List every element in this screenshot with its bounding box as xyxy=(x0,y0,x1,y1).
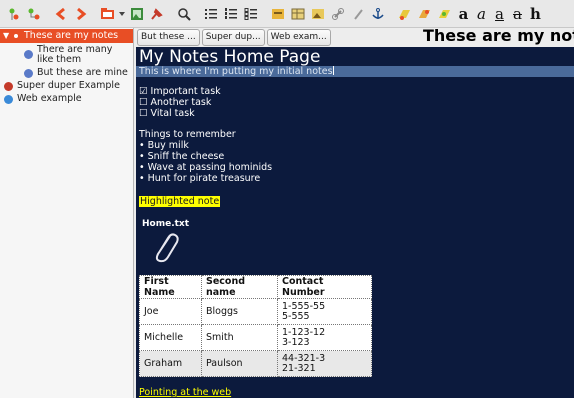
back-icon[interactable] xyxy=(51,4,70,24)
list-item: • Sniff the cheese xyxy=(139,151,225,162)
list-item: • Hunt for pirate treasure xyxy=(139,173,261,184)
tab-but-these[interactable]: But these ... xyxy=(137,29,200,46)
node-name-header: These are my not xyxy=(423,26,574,45)
table-header: First Name xyxy=(139,275,202,299)
table-row: Michelle Smith 1-123-12 3-123 xyxy=(139,324,372,351)
table-cell[interactable]: Paulson xyxy=(201,350,278,377)
search-icon[interactable] xyxy=(174,4,193,24)
note-subheading: This is where I'm putting my initial not… xyxy=(136,66,574,77)
attach-icon[interactable] xyxy=(348,4,367,24)
attachment-name: Home.txt xyxy=(142,219,190,229)
contact-table: First Name Second name Contact Number Jo… xyxy=(139,275,372,377)
table-cell[interactable]: Bloggs xyxy=(201,298,278,325)
bullet-list-icon[interactable] xyxy=(201,4,220,24)
note-heading: My Notes Home Page xyxy=(139,47,321,67)
toolbar-separator xyxy=(388,4,394,24)
chevron-down-icon[interactable] xyxy=(118,4,126,24)
list-item: • Wave at passing hominids xyxy=(139,162,273,173)
table-cell[interactable]: 44-321-3 21-321 xyxy=(277,350,372,377)
expand-arrow-icon[interactable]: ▼ xyxy=(3,31,11,41)
tree-node-super-duper-example[interactable]: Super duper Example xyxy=(0,81,133,91)
bold-button[interactable]: a xyxy=(455,4,472,24)
heading-button[interactable]: h xyxy=(527,4,544,24)
table-header: Second name xyxy=(201,275,278,299)
color-icon[interactable] xyxy=(415,4,434,24)
folder-icon[interactable] xyxy=(98,4,117,24)
toolbar-separator xyxy=(261,4,267,24)
tree-node-label: There are many like them xyxy=(37,44,113,65)
table-cell[interactable]: Joe xyxy=(139,298,202,325)
pin-icon[interactable] xyxy=(147,4,166,24)
node-add-icon[interactable] xyxy=(4,4,23,24)
tab-super-duper[interactable]: Super dup... xyxy=(201,29,265,46)
tab-web-example[interactable]: Web exam... xyxy=(266,29,331,46)
todo-list-icon[interactable] xyxy=(241,4,260,24)
toolbar-separator xyxy=(167,4,173,24)
italic-button[interactable]: a xyxy=(473,4,490,24)
note-editor[interactable]: My Notes Home Page This is where I'm put… xyxy=(136,47,574,398)
list-item: • Buy milk xyxy=(139,140,189,151)
table-cell[interactable]: 1-123-12 3-123 xyxy=(277,324,372,351)
underline-button[interactable]: a xyxy=(491,4,508,24)
table-cell[interactable]: Smith xyxy=(201,324,278,351)
table-header: Contact Number xyxy=(277,275,372,299)
tree-node-label: These are my notes xyxy=(24,30,119,41)
table-row: Graham Paulson 44-321-3 21-321 xyxy=(139,350,372,377)
web-link[interactable]: Pointing at the web xyxy=(139,388,231,398)
table-icon[interactable] xyxy=(288,4,307,24)
bg-color-icon[interactable] xyxy=(435,4,454,24)
tree-node-these-are-my-notes[interactable]: ▼ These are my notes xyxy=(0,29,133,43)
tree-node-label: But these are mine xyxy=(37,67,128,78)
node-bullet-icon xyxy=(12,32,20,40)
link-icon[interactable] xyxy=(328,4,347,24)
image-icon[interactable] xyxy=(127,4,146,24)
node-bullet-icon xyxy=(24,69,33,78)
highlighted-note: Highlighted note xyxy=(139,196,221,207)
todo-item[interactable]: ☐ Vital task xyxy=(139,109,195,119)
tree-node-many-like-them[interactable]: There are many like them xyxy=(0,45,133,65)
remember-title: Things to remember xyxy=(139,129,236,140)
forward-icon[interactable] xyxy=(71,4,90,24)
table-cell[interactable]: Graham xyxy=(139,350,202,377)
node-bullet-icon xyxy=(4,95,13,104)
todo-item[interactable]: ☑ Important task xyxy=(139,87,221,97)
paperclip-icon[interactable] xyxy=(150,230,180,264)
node-tree: ▼ These are my notes There are many like… xyxy=(0,28,134,398)
codebox-icon[interactable] xyxy=(268,4,287,24)
todo-item[interactable]: ☐ Another task xyxy=(139,98,211,108)
image-insert-icon[interactable] xyxy=(308,4,327,24)
toolbar-separator xyxy=(91,4,97,24)
toolbar: a a a a h xyxy=(0,0,574,28)
tree-node-web-example[interactable]: Web example xyxy=(0,94,133,104)
table-row: Joe Bloggs 1-555-55 5-555 xyxy=(139,298,372,325)
node-sub-icon[interactable] xyxy=(24,4,43,24)
table-cell[interactable]: Michelle xyxy=(139,324,202,351)
tree-node-but-these-are-mine[interactable]: But these are mine xyxy=(0,68,133,78)
highlighter-icon[interactable] xyxy=(395,4,414,24)
numbered-list-icon[interactable] xyxy=(221,4,240,24)
toolbar-separator xyxy=(44,4,50,24)
toolbar-separator xyxy=(194,4,200,24)
tree-node-label: Super duper Example xyxy=(17,80,120,91)
node-bullet-icon xyxy=(24,50,33,59)
tree-node-label: Web example xyxy=(17,93,82,104)
strikethrough-button[interactable]: a xyxy=(509,4,526,24)
node-bullet-icon xyxy=(4,82,13,91)
anchor-icon[interactable] xyxy=(368,4,387,24)
table-cell[interactable]: 1-555-55 5-555 xyxy=(277,298,372,325)
